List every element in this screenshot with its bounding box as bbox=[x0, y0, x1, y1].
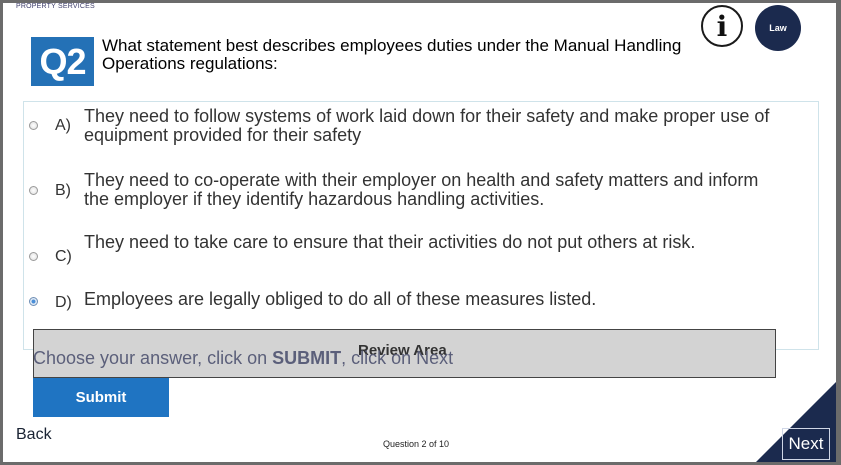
option-text-c[interactable]: They need to take care to ensure that th… bbox=[84, 233, 784, 252]
question-progress: Question 2 of 10 bbox=[383, 439, 450, 449]
back-button[interactable]: Back bbox=[16, 426, 52, 444]
option-letter-d: D) bbox=[55, 294, 72, 311]
option-letter-a: A) bbox=[55, 117, 71, 134]
radio-button-d[interactable] bbox=[29, 297, 38, 306]
brand-label: PROPERTY SERVICES bbox=[16, 3, 95, 10]
radio-button-a[interactable] bbox=[29, 121, 38, 130]
info-button[interactable]: i bbox=[701, 5, 743, 47]
question-text: What statement best describes employees … bbox=[102, 36, 682, 73]
radio-button-b[interactable] bbox=[29, 186, 38, 195]
law-label: Law bbox=[769, 23, 787, 33]
next-button[interactable]: Next bbox=[782, 428, 830, 460]
option-text-d[interactable]: Employees are legally obliged to do all … bbox=[84, 290, 784, 309]
submit-button[interactable]: Submit bbox=[33, 378, 169, 417]
option-text-a[interactable]: They need to follow systems of work laid… bbox=[84, 107, 784, 145]
law-button[interactable]: Law bbox=[755, 5, 801, 51]
radio-button-c[interactable] bbox=[29, 252, 38, 261]
instruction-prefix: Choose your answer, click on bbox=[33, 348, 273, 368]
option-letter-c: C) bbox=[55, 248, 72, 265]
info-icon: i bbox=[716, 9, 728, 43]
instruction-suffix: , click on Next bbox=[341, 348, 454, 368]
option-letter-b: B) bbox=[55, 182, 71, 199]
question-number-badge: Q2 bbox=[31, 37, 94, 86]
option-text-b[interactable]: They need to co-operate with their emplo… bbox=[84, 171, 784, 209]
instruction-submit-word: SUBMIT bbox=[272, 348, 342, 368]
instruction-text: Choose your answer, click on SUBMIT, cli… bbox=[33, 348, 453, 369]
